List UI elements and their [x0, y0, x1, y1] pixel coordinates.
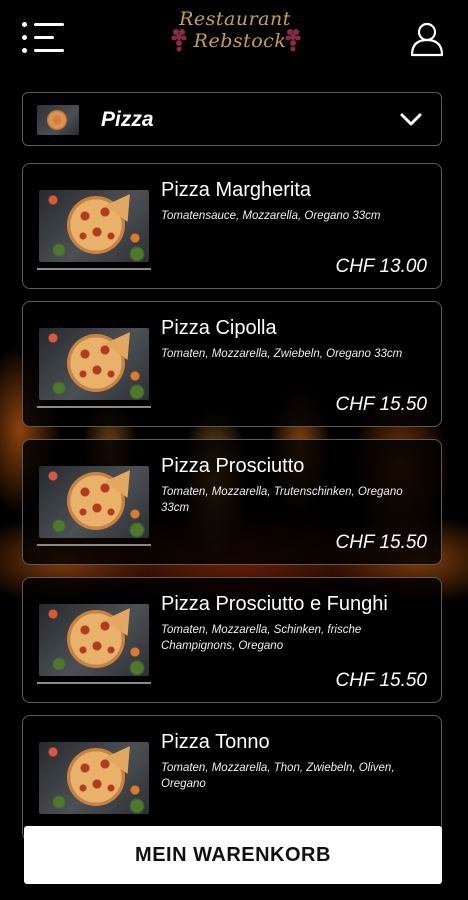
divider	[37, 268, 151, 270]
product-price: CHF 15.50	[335, 394, 427, 415]
product-card[interactable]: Pizza Prosciutto Tomaten, Mozzarella, Tr…	[22, 439, 442, 565]
product-name: Pizza Cipolla	[161, 317, 277, 339]
pizza-image	[39, 600, 149, 676]
grape-vine-icon	[171, 29, 187, 52]
product-card[interactable]: Pizza Cipolla Tomaten, Mozzarella, Zwieb…	[22, 301, 442, 427]
divider	[37, 544, 151, 546]
product-description: Tomaten, Mozzarella, Schinken, frische C…	[161, 624, 362, 652]
user-icon[interactable]	[408, 20, 446, 58]
category-dropdown[interactable]: Pizza	[22, 92, 442, 146]
category-label: Pizza	[101, 108, 154, 131]
divider	[37, 406, 151, 408]
chevron-down-icon	[400, 113, 422, 126]
app-header: Restaurant Rebstock	[0, 0, 468, 80]
divider	[37, 682, 151, 684]
product-description: Tomaten, Mozzarella, Zwiebeln, Oregano 3…	[161, 348, 403, 360]
grape-vine-icon	[285, 29, 301, 52]
product-name: Pizza Tonno	[161, 731, 270, 753]
product-price: CHF 15.50	[335, 532, 427, 553]
pizza-image	[39, 324, 149, 400]
product-description: Tomatensauce, Mozzarella, Oregano 33cm	[161, 210, 381, 222]
menu-icon[interactable]	[22, 22, 64, 54]
product-price: CHF 15.50	[335, 670, 427, 691]
pizza-image	[39, 462, 149, 538]
pizza-image	[39, 738, 149, 814]
product-description: Tomaten, Mozzarella, Thon, Zwiebeln, Oli…	[161, 762, 395, 790]
product-card[interactable]: Pizza Prosciutto e Funghi Tomaten, Mozza…	[22, 577, 442, 703]
product-price: CHF 13.00	[335, 256, 427, 277]
product-name: Pizza Margherita	[161, 179, 312, 201]
pizza-image	[39, 186, 149, 262]
product-name: Pizza Prosciutto e Funghi	[161, 593, 388, 615]
product-name: Pizza Prosciutto	[161, 455, 305, 477]
product-description: Tomaten, Mozzarella, Trutenschinken, Ore…	[161, 486, 403, 514]
product-card[interactable]: Pizza Margherita Tomatensauce, Mozzarell…	[22, 163, 442, 289]
product-card[interactable]: Pizza Tonno Tomaten, Mozzarella, Thon, Z…	[22, 715, 442, 841]
cart-button[interactable]: MEIN WARENKORB	[24, 826, 442, 884]
category-pizza-image	[37, 105, 79, 135]
restaurant-logo[interactable]: Restaurant Rebstock	[170, 8, 301, 62]
